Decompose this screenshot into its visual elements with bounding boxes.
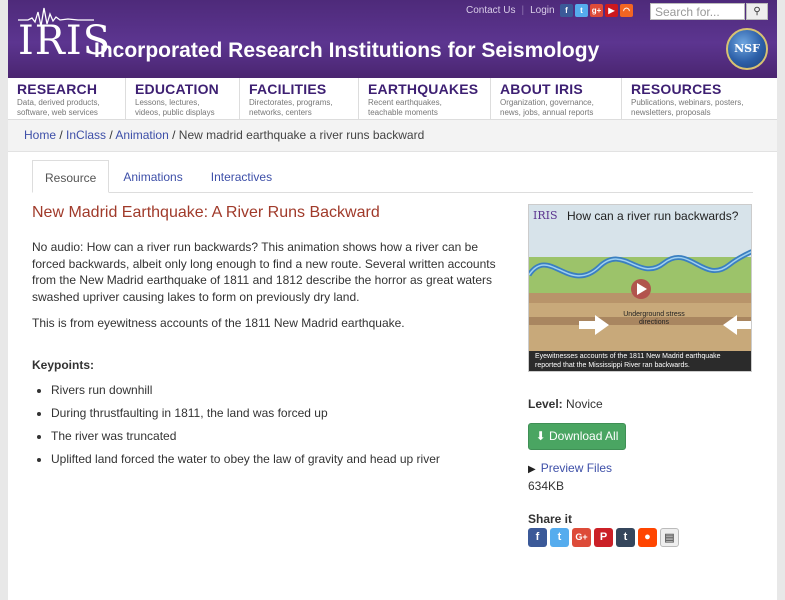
reddit-icon[interactable]: ● — [638, 528, 657, 547]
nav-subtitle: Organization, governance, — [500, 98, 594, 107]
list-item: During thrustfaulting in 1811, the land … — [51, 406, 440, 429]
download-icon: ⬇ — [535, 429, 546, 443]
caret-right-icon: ▶ — [528, 464, 536, 475]
breadcrumb: Home / InClass / Animation / New madrid … — [8, 120, 777, 152]
tumblr-icon[interactable]: t — [616, 528, 635, 547]
nav-title: FACILITIES — [249, 81, 327, 97]
main-nav: RESEARCH Data, derived products, softwar… — [8, 78, 777, 120]
nav-subtitle: Data, derived products, — [17, 98, 100, 107]
twitter-icon[interactable]: t — [575, 4, 588, 17]
preview-label: Preview Files — [540, 461, 613, 475]
nav-title: RESEARCH — [17, 81, 98, 97]
breadcrumb-current: New madrid earthquake a river runs backw… — [178, 128, 425, 142]
breadcrumb-home[interactable]: Home — [24, 128, 56, 142]
nav-subtitle: Lessons, lectures, — [135, 98, 200, 107]
nav-subtitle: videos, public displays — [135, 108, 215, 117]
share-label: Share it — [528, 512, 573, 526]
googleplus-icon[interactable]: g+ — [590, 4, 603, 17]
nav-education[interactable]: EDUCATION Lessons, lectures, videos, pub… — [126, 78, 240, 120]
nav-title: ABOUT IRIS — [500, 81, 583, 97]
login-link[interactable]: Login — [530, 5, 554, 16]
level-label: Level: — [528, 397, 563, 411]
animation-thumbnail[interactable]: IRIS How can a river run backwards? Unde… — [528, 204, 752, 372]
search-input[interactable]: Search for... — [650, 3, 745, 20]
nav-subtitle: newsletters, proposals — [631, 108, 711, 117]
nsf-logo[interactable]: NSF — [726, 28, 768, 70]
list-item: Rivers run downhill — [51, 383, 440, 406]
divider: | — [521, 5, 525, 16]
nav-subtitle: networks, centers — [249, 108, 312, 117]
email-icon[interactable]: ▤ — [660, 528, 679, 547]
nav-subtitle: Directorates, programs, — [249, 98, 333, 107]
tab-resource[interactable]: Resource — [32, 160, 110, 193]
googleplus-icon[interactable]: G+ — [572, 528, 591, 547]
search-icon: ⚲ — [753, 6, 761, 17]
nav-about[interactable]: ABOUT IRIS Organization, governance, new… — [491, 78, 622, 120]
thumbnail-logo: IRIS — [533, 209, 558, 222]
nav-subtitle: software, web services — [17, 108, 98, 117]
site-title[interactable]: Incorporated Research Institutions for S… — [94, 39, 599, 63]
thumbnail-caption: reported that the Mississippi River ran … — [535, 362, 690, 369]
nav-resources[interactable]: RESOURCES Publications, webinars, poster… — [622, 78, 777, 120]
facebook-icon[interactable]: f — [528, 528, 547, 547]
site-header: IRIS Incorporated Research Institutions … — [8, 0, 777, 78]
breadcrumb-inclass[interactable]: InClass — [66, 128, 106, 142]
thumbnail-label: Underground stress directions — [623, 311, 685, 326]
tab-interactives[interactable]: Interactives — [199, 160, 284, 193]
nav-title: EDUCATION — [135, 81, 219, 97]
tab-bar: Resource Animations Interactives — [32, 160, 753, 193]
page-title: New Madrid Earthquake: A River Runs Back… — [32, 204, 380, 221]
download-label: Download All — [549, 429, 619, 443]
thumbnail-title: How can a river run backwards? — [567, 209, 739, 223]
file-size: 634KB — [528, 479, 565, 493]
nav-title: EARTHQUAKES — [368, 81, 479, 97]
rss-icon[interactable]: ◠ — [620, 4, 633, 17]
pinterest-icon[interactable]: P — [594, 528, 613, 547]
contact-link[interactable]: Contact Us — [466, 5, 515, 16]
nav-subtitle: news, jobs, annual reports — [500, 108, 594, 117]
page-container: IRIS Incorporated Research Institutions … — [8, 0, 777, 600]
nav-earthquakes[interactable]: EARTHQUAKES Recent earthquakes, teachabl… — [359, 78, 491, 120]
description: No audio: How can a river run backwards?… — [32, 240, 496, 304]
level-info: Level: Novice — [528, 397, 603, 411]
twitter-icon[interactable]: t — [550, 528, 569, 547]
list-item: The river was truncated — [51, 429, 440, 452]
thumbnail-illustration — [529, 205, 751, 371]
share-icons: f t G+ P t ● ▤ — [528, 528, 679, 547]
keypoints-list: Rivers run downhill During thrustfaultin… — [51, 383, 440, 475]
breadcrumb-animation[interactable]: Animation — [115, 128, 168, 142]
preview-files-toggle[interactable]: ▶ Preview Files — [528, 461, 612, 475]
level-value: Novice — [566, 397, 603, 411]
list-item: Uplifted land forced the water to obey t… — [51, 452, 440, 475]
breadcrumb-separator: / — [172, 128, 179, 142]
top-links: Contact Us | Login — [466, 5, 555, 16]
nav-title: RESOURCES — [631, 81, 722, 97]
description-secondary: This is from eyewitness accounts of the … — [32, 316, 405, 330]
youtube-icon[interactable]: ▶ — [605, 4, 618, 17]
thumbnail-caption: Eyewitnesses accounts of the 1811 New Ma… — [535, 353, 721, 360]
nav-facilities[interactable]: FACILITIES Directorates, programs, netwo… — [240, 78, 359, 120]
header-social-icons: f t g+ ▶ ◠ — [560, 4, 633, 17]
keypoints-label: Keypoints: — [32, 358, 95, 372]
nav-subtitle: Publications, webinars, posters, — [631, 98, 744, 107]
nav-subtitle: teachable moments — [368, 108, 438, 117]
download-all-button[interactable]: ⬇ Download All — [528, 423, 626, 450]
tab-animations[interactable]: Animations — [111, 160, 194, 193]
nav-research[interactable]: RESEARCH Data, derived products, softwar… — [8, 78, 126, 120]
nav-subtitle: Recent earthquakes, — [368, 98, 442, 107]
facebook-icon[interactable]: f — [560, 4, 573, 17]
search-button[interactable]: ⚲ — [746, 3, 768, 20]
